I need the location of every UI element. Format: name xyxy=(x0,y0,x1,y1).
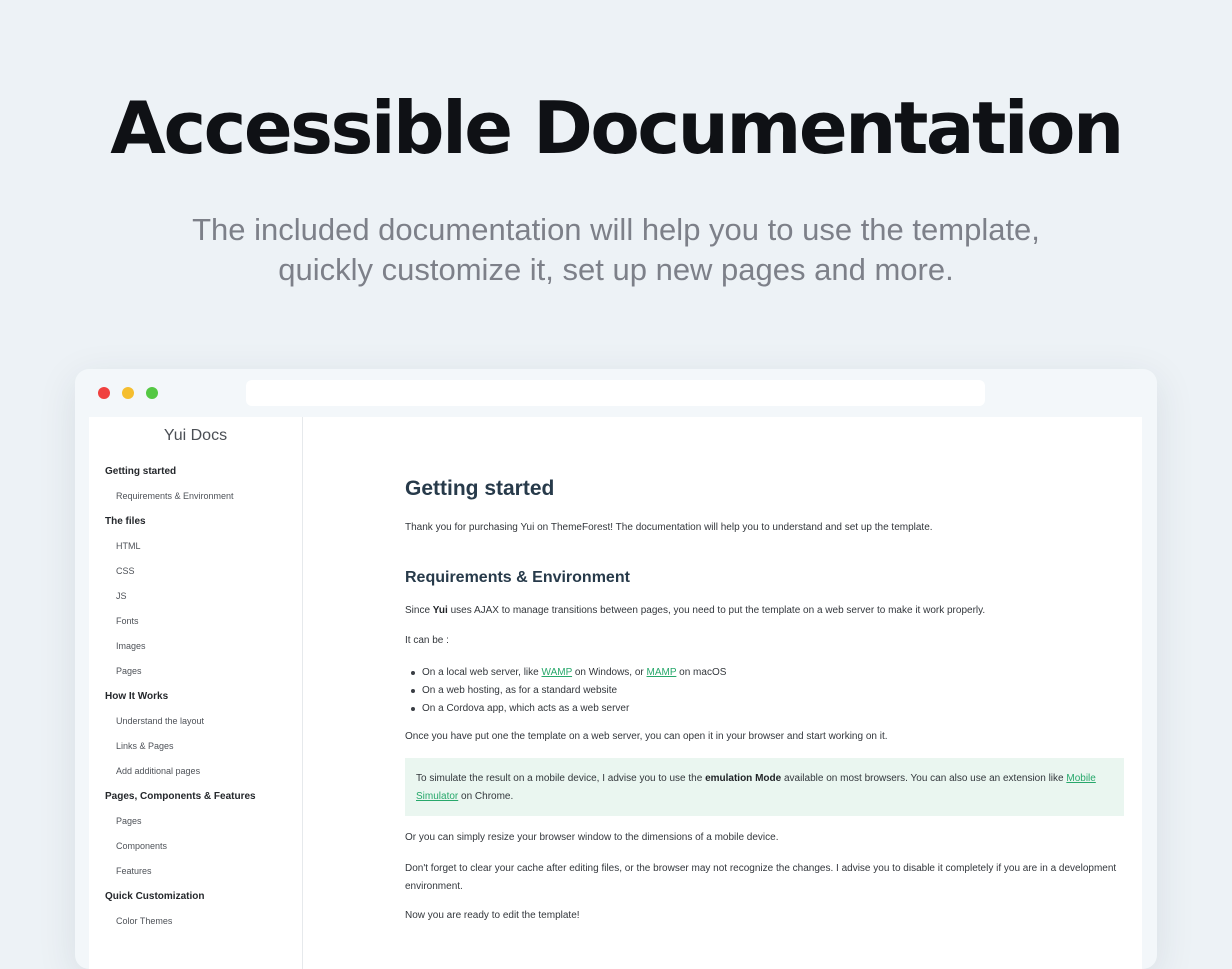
docs-sidebar: Yui Docs Getting started Requirements & … xyxy=(89,417,303,969)
sidebar-section-getting-started[interactable]: Getting started xyxy=(105,459,256,484)
mobile-simulator-link-part-2: Simulator xyxy=(416,791,459,802)
sidebar-item-js[interactable]: JS xyxy=(105,584,256,609)
requirements-text-pre: Since xyxy=(405,605,433,616)
minimize-dot[interactable] xyxy=(122,387,134,399)
mobile-simulator-link-part-1: Mobile xyxy=(1066,773,1096,784)
docs-brand[interactable]: Yui Docs xyxy=(89,427,302,445)
browser-window: Yui Docs Getting started Requirements & … xyxy=(75,369,1157,969)
page-title: Getting started xyxy=(405,477,555,500)
callout-mid: available on most browsers. You can also… xyxy=(781,773,1067,784)
sidebar-item-html[interactable]: HTML xyxy=(105,534,256,559)
docs-page: Yui Docs Getting started Requirements & … xyxy=(89,417,1142,969)
once-text: Once you have put one the template on a … xyxy=(405,731,888,742)
list-item: On a local web server, like WAMP on Wind… xyxy=(405,664,726,682)
sidebar-item-color-themes[interactable]: Color Themes xyxy=(105,909,256,934)
sidebar-section-the-files[interactable]: The files xyxy=(105,509,256,534)
requirements-text: Since Yui uses AJAX to manage transition… xyxy=(405,603,1125,618)
sidebar-item-features[interactable]: Features xyxy=(105,859,256,884)
sidebar-item-pages-2[interactable]: Pages xyxy=(105,809,256,834)
hero-subtitle-line-2: quickly customize it, set up new pages a… xyxy=(278,252,954,287)
requirements-text-post: uses AJAX to manage transitions between … xyxy=(447,605,986,616)
sidebar-item-add-pages[interactable]: Add additional pages xyxy=(105,759,256,784)
hero-subtitle-line-1: The included documentation will help you… xyxy=(192,212,1040,247)
cache-text-line-2: environment. xyxy=(405,881,463,892)
sidebar-section-quick-customization[interactable]: Quick Customization xyxy=(105,884,256,909)
sidebar-nav: Getting started Requirements & Environme… xyxy=(105,459,256,934)
sidebar-item-requirements[interactable]: Requirements & Environment xyxy=(105,484,256,509)
callout-pre: To simulate the result on a mobile devic… xyxy=(416,773,706,784)
sidebar-item-images[interactable]: Images xyxy=(105,634,256,659)
sidebar-item-links-pages[interactable]: Links & Pages xyxy=(105,734,256,759)
wamp-link[interactable]: WAMP xyxy=(542,667,573,678)
ready-text: Now you are ready to edit the template! xyxy=(405,910,580,921)
callout-post: on Chrome. xyxy=(458,791,514,802)
sidebar-section-how-it-works[interactable]: How It Works xyxy=(105,684,256,709)
list-item: On a web hosting, as for a standard webs… xyxy=(405,682,726,700)
it-can-be-text: It can be : xyxy=(405,635,449,646)
requirements-text-bold: Yui xyxy=(432,605,448,616)
sidebar-item-pages[interactable]: Pages xyxy=(105,659,256,684)
cache-text: Don't forget to clear your cache after e… xyxy=(405,860,1125,896)
hero-subtitle: The included documentation will help you… xyxy=(150,210,1082,290)
tip-callout: To simulate the result on a mobile devic… xyxy=(405,758,1124,816)
close-dot[interactable] xyxy=(98,387,110,399)
cache-text-line-1: Don't forget to clear your cache after e… xyxy=(405,863,1117,874)
bullet-1-mid: on Windows, or xyxy=(572,667,647,678)
hero-title: Accessible Documentation xyxy=(110,86,1124,170)
docs-content: Getting started Thank you for purchasing… xyxy=(405,417,1125,969)
intro-text: Thank you for purchasing Yui on ThemeFor… xyxy=(405,522,933,533)
sidebar-item-components[interactable]: Components xyxy=(105,834,256,859)
maximize-dot[interactable] xyxy=(146,387,158,399)
section-heading-requirements: Requirements & Environment xyxy=(405,569,630,586)
list-item: On a Cordova app, which acts as a web se… xyxy=(405,700,726,718)
sidebar-item-css[interactable]: CSS xyxy=(105,559,256,584)
server-options-list: On a local web server, like WAMP on Wind… xyxy=(405,664,726,718)
url-bar[interactable] xyxy=(246,380,985,406)
sidebar-section-pages-components[interactable]: Pages, Components & Features xyxy=(105,784,256,809)
bullet-1-post: on macOS xyxy=(676,667,727,678)
bullet-1-pre: On a local web server, like xyxy=(422,667,542,678)
sidebar-item-fonts[interactable]: Fonts xyxy=(105,609,256,634)
resize-text: Or you can simply resize your browser wi… xyxy=(405,832,779,843)
sidebar-item-understand-layout[interactable]: Understand the layout xyxy=(105,709,256,734)
callout-bold: emulation Mode xyxy=(705,773,782,784)
mamp-link[interactable]: MAMP xyxy=(647,667,677,678)
